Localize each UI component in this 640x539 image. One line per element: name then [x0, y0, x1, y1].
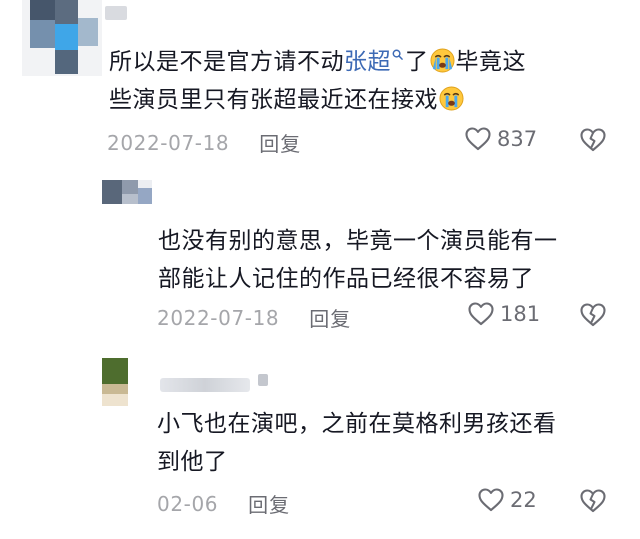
username-blurred[interactable] — [160, 378, 250, 392]
comment-meta: 2022-07-18 回复 — [157, 303, 351, 332]
like-count: 22 — [510, 488, 537, 512]
reply-button[interactable]: 回复 — [248, 489, 290, 518]
reply-button[interactable]: 回复 — [259, 128, 301, 157]
comment-text: 也没有别的意思，毕竟一个演员能有一 部能让人记住的作品已经很不容易了 — [158, 222, 608, 298]
comment-text: 所以是不是官方请不动张超了毕竟这 些演员里只有张超最近还在接戏 — [109, 43, 599, 119]
broken-heart-icon[interactable] — [580, 489, 606, 513]
comment-date: 2022-07-18 — [157, 305, 280, 330]
crying-face-icon — [439, 86, 464, 111]
avatar[interactable] — [22, 0, 102, 76]
comment-date: 2022-07-18 — [107, 130, 230, 155]
keyword-link[interactable]: 张超 — [344, 49, 405, 75]
heart-icon — [468, 302, 494, 326]
comment-date: 02-06 — [157, 491, 219, 516]
avatar[interactable] — [102, 358, 128, 406]
broken-heart-icon[interactable] — [580, 303, 606, 327]
crying-face-icon — [429, 48, 455, 73]
comment-text-part: 所以是不是官方请不动 — [109, 49, 344, 75]
author-tag-blurred — [258, 374, 268, 386]
like-button[interactable]: 181 — [468, 302, 540, 326]
search-icon — [392, 49, 403, 61]
avatar[interactable] — [102, 180, 152, 204]
comment-text-line: 小飞也在演吧，之前在莫格利男孩还看 — [157, 411, 557, 437]
comment-text: 小飞也在演吧，之前在莫格利男孩还看 到他了 — [157, 405, 617, 481]
comment-text-line: 到他了 — [157, 449, 228, 475]
comment-text-part: 了 — [405, 49, 429, 75]
like-count: 181 — [500, 302, 541, 326]
keyword-label: 张超 — [344, 49, 391, 75]
comment-text-part: 毕竟这 — [455, 49, 526, 75]
comment-meta: 02-06 回复 — [157, 489, 290, 518]
comment-text-part: 些演员里只有张超最近还在接戏 — [109, 87, 438, 113]
username-blurred[interactable] — [105, 6, 127, 20]
comment-text-line: 也没有别的意思，毕竟一个演员能有一 — [158, 228, 558, 254]
broken-heart-icon[interactable] — [580, 128, 606, 152]
comment-text-line: 部能让人记住的作品已经很不容易了 — [158, 266, 534, 292]
reply-button[interactable]: 回复 — [309, 303, 351, 332]
heart-icon — [465, 127, 491, 151]
like-button[interactable]: 837 — [465, 127, 537, 151]
heart-icon — [478, 488, 504, 512]
like-count: 837 — [497, 127, 538, 151]
comment-meta: 2022-07-18 回复 — [107, 128, 301, 157]
like-button[interactable]: 22 — [478, 488, 537, 512]
